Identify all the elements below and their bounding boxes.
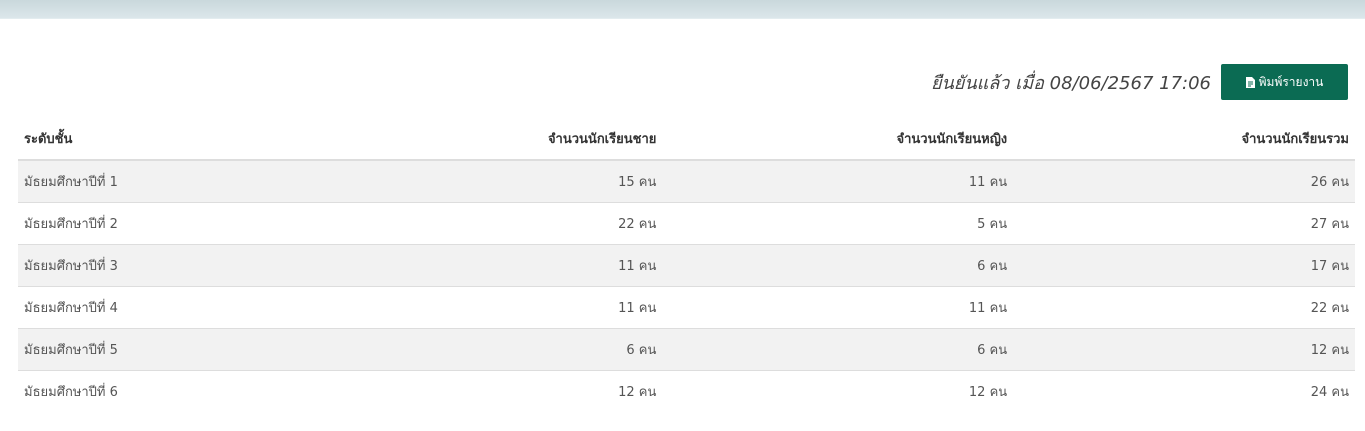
cell-male: 22 คน	[318, 201, 663, 244]
cell-total: 12 คน	[1013, 327, 1355, 370]
cell-female: 11 คน	[662, 285, 1014, 328]
cell-male: 12 คน	[318, 369, 663, 412]
table-row: มัธยมศึกษาปีที่ 6 12 คน 12 คน 24 คน	[18, 369, 1355, 412]
cell-level: มัธยมศึกษาปีที่ 3	[18, 243, 318, 286]
table-row: มัธยมศึกษาปีที่ 3 11 คน 6 คน 17 คน	[18, 243, 1355, 286]
cell-female: 12 คน	[662, 369, 1014, 412]
cell-level: มัธยมศึกษาปีที่ 6	[18, 369, 318, 412]
cell-total: 27 คน	[1013, 201, 1355, 244]
cell-total: 26 คน	[1013, 159, 1355, 202]
table-row: มัธยมศึกษาปีที่ 2 22 คน 5 คน 27 คน	[18, 201, 1355, 244]
print-report-button[interactable]: พิมพ์รายงาน	[1221, 64, 1348, 100]
cell-level: มัธยมศึกษาปีที่ 1	[18, 159, 318, 202]
cell-male: 6 คน	[318, 327, 663, 370]
cell-male: 11 คน	[318, 285, 663, 328]
cell-level: มัธยมศึกษาปีที่ 4	[18, 285, 318, 328]
cell-level: มัธยมศึกษาปีที่ 2	[18, 201, 318, 244]
cell-total: 17 คน	[1013, 243, 1355, 286]
cell-total: 24 คน	[1013, 369, 1355, 412]
cell-female: 11 คน	[662, 159, 1014, 202]
cell-male: 11 คน	[318, 243, 663, 286]
cell-female: 5 คน	[662, 201, 1014, 244]
column-header-total[interactable]: จำนวนนักเรียนรวม	[1013, 118, 1355, 161]
table-row: มัธยมศึกษาปีที่ 5 6 คน 6 คน 12 คน	[18, 327, 1355, 370]
table-row: มัธยมศึกษาปีที่ 4 11 คน 11 คน 22 คน	[18, 285, 1355, 328]
confirmed-status-text: ยืนยันแล้ว เมื่อ 08/06/2567 17:06	[930, 72, 1211, 94]
column-header-male[interactable]: จำนวนนักเรียนชาย	[318, 118, 663, 161]
cell-female: 6 คน	[662, 243, 1014, 286]
print-report-label: พิมพ์รายงาน	[1258, 74, 1324, 89]
table-row: มัธยมศึกษาปีที่ 1 15 คน 11 คน 26 คน	[18, 159, 1355, 202]
student-count-table: ระดับชั้น จำนวนนักเรียนชาย จำนวนนักเรียน…	[18, 118, 1355, 412]
cell-total: 22 คน	[1013, 285, 1355, 328]
file-pdf-icon	[1245, 76, 1255, 88]
confirm-row: ยืนยันแล้ว เมื่อ 08/06/2567 17:06 พิมพ์ร…	[931, 64, 1348, 100]
cell-level: มัธยมศึกษาปีที่ 5	[18, 327, 318, 370]
table-header-row: ระดับชั้น จำนวนนักเรียนชาย จำนวนนักเรียน…	[18, 118, 1355, 161]
top-bar	[0, 0, 1365, 19]
cell-female: 6 คน	[662, 327, 1014, 370]
column-header-female[interactable]: จำนวนนักเรียนหญิง	[662, 118, 1014, 161]
cell-male: 15 คน	[318, 159, 663, 202]
column-header-level[interactable]: ระดับชั้น	[18, 118, 318, 161]
